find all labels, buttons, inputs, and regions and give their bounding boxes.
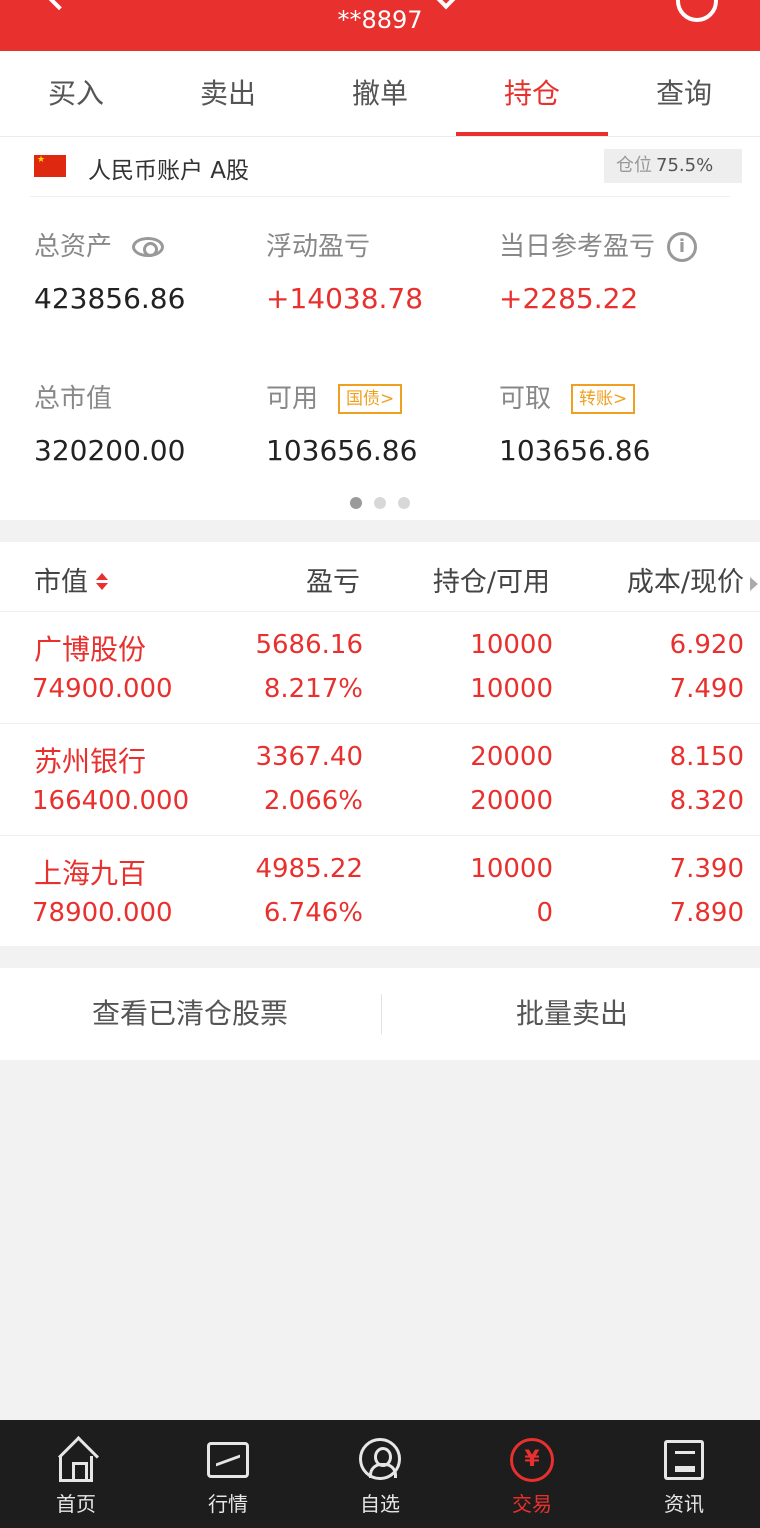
- chevron-right-icon[interactable]: [750, 576, 758, 591]
- stock-market-value: 74900.000: [32, 674, 173, 704]
- available-label: 可用: [266, 384, 319, 414]
- stock-market-value: 166400.000: [32, 786, 190, 816]
- daily-pl-metric: 当日参考盈亏 i +2285.22: [499, 230, 698, 315]
- floating-pl-label: 浮动盈亏: [266, 232, 371, 262]
- trade-tabs: 买入 卖出 撤单 持仓 查询: [0, 51, 760, 137]
- market-value-value: 320200.00: [34, 434, 186, 467]
- account-title[interactable]: **8897: [0, 6, 760, 34]
- position-badge: 仓位 75.5%: [604, 149, 742, 183]
- eye-icon[interactable]: [132, 237, 165, 257]
- page-dot[interactable]: [398, 497, 410, 509]
- info-icon[interactable]: i: [667, 232, 698, 262]
- stock-available: 20000: [470, 786, 553, 816]
- stock-pl: 3367.40: [255, 742, 363, 772]
- market-value-metric: 总市值 320200.00: [34, 382, 185, 467]
- header-cost-price-label: 成本/现价: [626, 567, 744, 598]
- nav-label: 自选: [360, 1492, 400, 1516]
- nav-news[interactable]: 资讯: [608, 1420, 760, 1528]
- holdings-table: 市值 盈亏 持仓/可用 成本/现价 广博股份 74900.000 5686.16…: [0, 542, 760, 946]
- tab-cancel-order[interactable]: 撤单: [304, 51, 456, 136]
- total-assets-value: 423856.86: [34, 282, 186, 315]
- treasury-bond-button[interactable]: 国债>: [338, 384, 403, 414]
- available-value: 103656.86: [266, 434, 418, 467]
- stock-market-value: 78900.000: [32, 898, 173, 928]
- tab-holdings[interactable]: 持仓: [456, 51, 608, 136]
- stock-pl-pct: 6.746%: [263, 898, 363, 928]
- stock-cost: 8.150: [669, 742, 744, 772]
- bottom-nav: 首页 行情 自选 ¥ 交易 资讯: [0, 1420, 760, 1528]
- nav-label: 首页: [56, 1492, 96, 1516]
- stock-price: 8.320: [669, 786, 744, 816]
- table-row[interactable]: 苏州银行 166400.000 3367.40 2.066% 20000 200…: [0, 724, 760, 836]
- total-assets-label: 总资产: [34, 232, 113, 262]
- home-icon: [59, 1456, 93, 1482]
- batch-sell-button[interactable]: 批量卖出: [382, 968, 760, 1060]
- tab-query[interactable]: 查询: [608, 51, 760, 136]
- nav-label: 行情: [208, 1492, 248, 1516]
- nav-trade[interactable]: ¥ 交易: [456, 1420, 608, 1528]
- withdrawable-label: 可取: [499, 384, 552, 414]
- floating-pl-value: +14038.78: [266, 282, 424, 315]
- floating-pl-metric: 浮动盈亏 +14038.78: [266, 230, 423, 315]
- header-market-value-label: 市值: [34, 567, 88, 598]
- stock-name: 广博股份: [34, 633, 147, 666]
- stock-cost: 6.920: [669, 630, 744, 660]
- news-icon: [664, 1440, 704, 1480]
- page-dot[interactable]: [374, 497, 386, 509]
- stock-pl: 4985.22: [255, 854, 363, 884]
- available-metric: 可用 国债> 103656.86: [266, 382, 417, 467]
- stock-pl-pct: 2.066%: [263, 786, 363, 816]
- account-row[interactable]: 人民币账户 A股 仓位75.5%: [30, 137, 742, 197]
- page-indicator: [0, 494, 760, 513]
- sort-icon[interactable]: [94, 571, 110, 591]
- tab-buy[interactable]: 买入: [0, 51, 152, 136]
- nav-label: 交易: [512, 1492, 552, 1516]
- yen-icon: ¥: [510, 1438, 554, 1482]
- stock-holding: 20000: [470, 742, 553, 772]
- daily-pl-label: 当日参考盈亏: [499, 232, 656, 262]
- withdrawable-value: 103656.86: [499, 434, 651, 467]
- table-row[interactable]: 上海九百 78900.000 4985.22 6.746% 10000 0 7.…: [0, 836, 760, 948]
- header-profit-loss[interactable]: 盈亏: [306, 560, 360, 599]
- stock-cost: 7.390: [669, 854, 744, 884]
- daily-pl-value: +2285.22: [499, 282, 639, 315]
- position-value: 75.5%: [656, 155, 714, 176]
- nav-market[interactable]: 行情: [152, 1420, 304, 1528]
- china-flag-icon: [34, 155, 66, 177]
- table-header: 市值 盈亏 持仓/可用 成本/现价: [0, 542, 760, 612]
- header-cost-price[interactable]: 成本/现价: [627, 560, 758, 599]
- stock-holding: 10000: [470, 854, 553, 884]
- tab-sell[interactable]: 卖出: [152, 51, 304, 136]
- stock-pl: 5686.16: [255, 630, 363, 660]
- transfer-button[interactable]: 转账>: [571, 384, 636, 414]
- table-row[interactable]: 广博股份 74900.000 5686.16 8.217% 10000 1000…: [0, 612, 760, 724]
- top-bar: **8897: [0, 0, 760, 51]
- action-bar: 查看已清仓股票 批量卖出: [0, 968, 760, 1060]
- stock-pl-pct: 8.217%: [263, 674, 363, 704]
- stock-available: 10000: [470, 674, 553, 704]
- stock-available: 0: [536, 898, 553, 928]
- total-assets-metric: 总资产 423856.86: [34, 230, 185, 315]
- withdrawable-metric: 可取 转账> 103656.86: [499, 382, 650, 467]
- stock-holding: 10000: [470, 630, 553, 660]
- stock-name: 苏州银行: [34, 745, 147, 778]
- header-market-value[interactable]: 市值: [34, 560, 110, 599]
- stock-price: 7.890: [669, 898, 744, 928]
- stock-price: 7.490: [669, 674, 744, 704]
- market-value-label: 总市值: [34, 384, 113, 414]
- account-name: 人民币账户 A股: [88, 158, 250, 184]
- chart-icon: [207, 1442, 249, 1478]
- stock-name: 上海九百: [34, 857, 147, 890]
- account-summary: 人民币账户 A股 仓位75.5% 总资产 423856.86 浮动盈亏 +140…: [0, 137, 760, 520]
- header-holding-available[interactable]: 持仓/可用: [433, 560, 550, 599]
- nav-watchlist[interactable]: 自选: [304, 1420, 456, 1528]
- nav-home[interactable]: 首页: [0, 1420, 152, 1528]
- user-icon: [359, 1438, 401, 1480]
- page-dot[interactable]: [350, 497, 362, 509]
- view-cleared-stocks-button[interactable]: 查看已清仓股票: [0, 968, 380, 1060]
- nav-label: 资讯: [664, 1492, 704, 1516]
- position-label: 仓位: [616, 155, 652, 176]
